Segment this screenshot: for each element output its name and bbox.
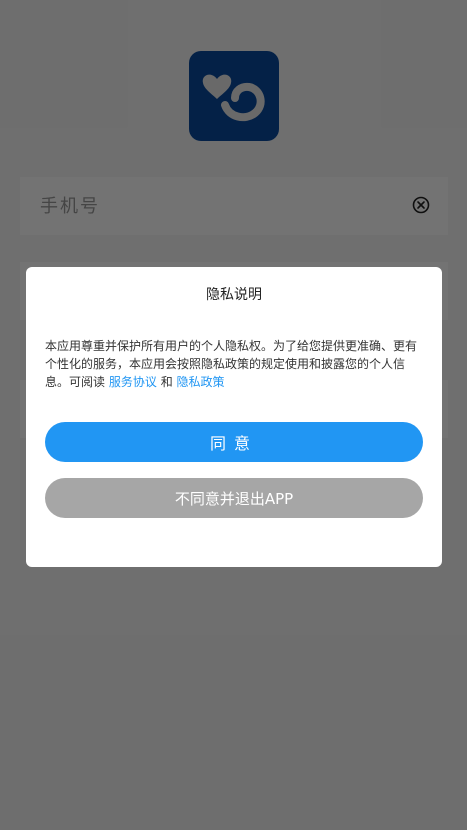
agree-button[interactable]: 同意 (45, 422, 423, 462)
dialog-title: 隐私说明 (206, 287, 262, 303)
service-agreement-link[interactable]: 服务协议 (109, 375, 157, 389)
disagree-exit-button[interactable]: 不同意并退出APP (45, 478, 423, 518)
privacy-policy-link[interactable]: 隐私政策 (177, 375, 225, 389)
conjunction-text: 和 (160, 375, 173, 389)
privacy-body-text: 本应用尊重并保护所有用户的个人隐私权。为了给您提供更准确、更有个性化的服务，本应… (45, 339, 418, 389)
privacy-text: 本应用尊重并保护所有用户的个人隐私权。为了给您提供更准确、更有个性化的服务，本应… (45, 337, 425, 391)
privacy-dialog: 隐私说明 本应用尊重并保护所有用户的个人隐私权。为了给您提供更准确、更有个性化的… (26, 267, 442, 567)
